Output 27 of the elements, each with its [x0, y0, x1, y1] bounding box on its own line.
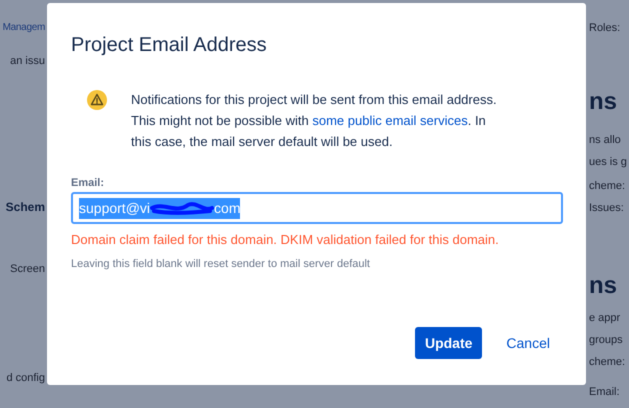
- background-text: e appr: [589, 311, 620, 326]
- background-heading: ns: [589, 88, 618, 116]
- background-heading: ns: [589, 272, 618, 300]
- error-message: Domain claim failed for this domain. DKIM validation failed for this domain.: [71, 231, 500, 249]
- background-text: ns allo: [589, 133, 621, 148]
- warning-icon: [87, 90, 107, 110]
- background-text: groups: [589, 333, 623, 348]
- background-text: cheme:: [589, 355, 626, 370]
- public-email-services-link[interactable]: some public email services: [312, 113, 468, 128]
- background-text: Screen: [10, 262, 45, 277]
- background-text: ues is g: [589, 155, 627, 170]
- background-text: Roles:: [589, 21, 620, 36]
- email-value: support@vi com: [79, 198, 240, 218]
- update-button[interactable]: Update: [414, 327, 482, 359]
- background-heading: Schem: [6, 199, 45, 216]
- cancel-button[interactable]: Cancel: [494, 327, 562, 359]
- email-label: Email:: [71, 176, 106, 191]
- background-text: Email:: [589, 385, 620, 400]
- dialog-title: Project Email Address: [71, 33, 268, 58]
- notice-text: Notifications for this project will be sent from this email address. This might not be possible with some public email services. In this case, the mail server default will be used.: [131, 91, 498, 151]
- redaction-scribble: [150, 200, 214, 216]
- background-text: cheme:: [589, 179, 626, 194]
- background-text: d config: [6, 371, 45, 386]
- background-text: Issues:: [589, 201, 624, 216]
- background-link[interactable]: Managem: [2, 20, 45, 35]
- hint-text: Leaving this field blank will reset sender to mail server default: [71, 257, 371, 272]
- background-text: an issu: [10, 54, 45, 69]
